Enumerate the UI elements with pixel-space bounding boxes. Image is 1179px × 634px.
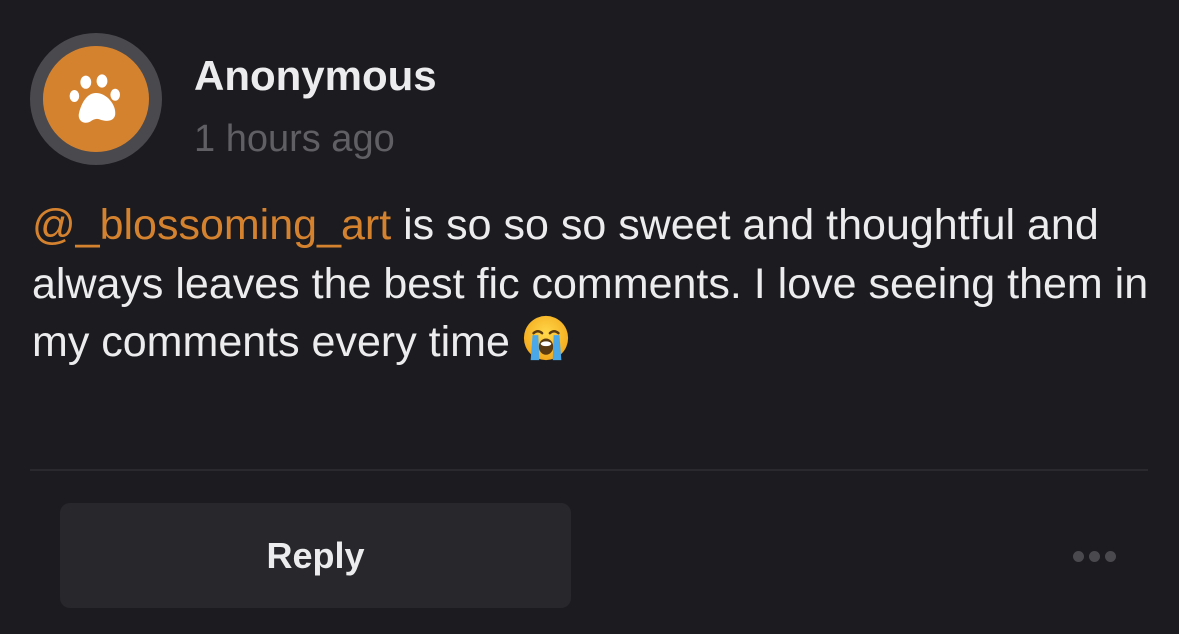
timestamp: 1 hours ago — [194, 118, 395, 160]
paw-icon — [69, 74, 120, 123]
loudly-crying-face-icon — [522, 314, 570, 378]
comment-body: @_blossoming_art is so so so sweet and t… — [32, 196, 1152, 378]
more-options-icon[interactable] — [1064, 538, 1124, 574]
dot — [1072, 550, 1084, 562]
divider — [30, 469, 1148, 471]
reply-button[interactable]: Reply — [60, 503, 571, 608]
dot — [1088, 550, 1100, 562]
avatar[interactable] — [30, 33, 162, 165]
mention-link[interactable]: @_blossoming_art — [32, 201, 391, 249]
author-name[interactable]: Anonymous — [194, 50, 437, 102]
avatar-inner — [43, 46, 149, 152]
dot — [1104, 550, 1116, 562]
